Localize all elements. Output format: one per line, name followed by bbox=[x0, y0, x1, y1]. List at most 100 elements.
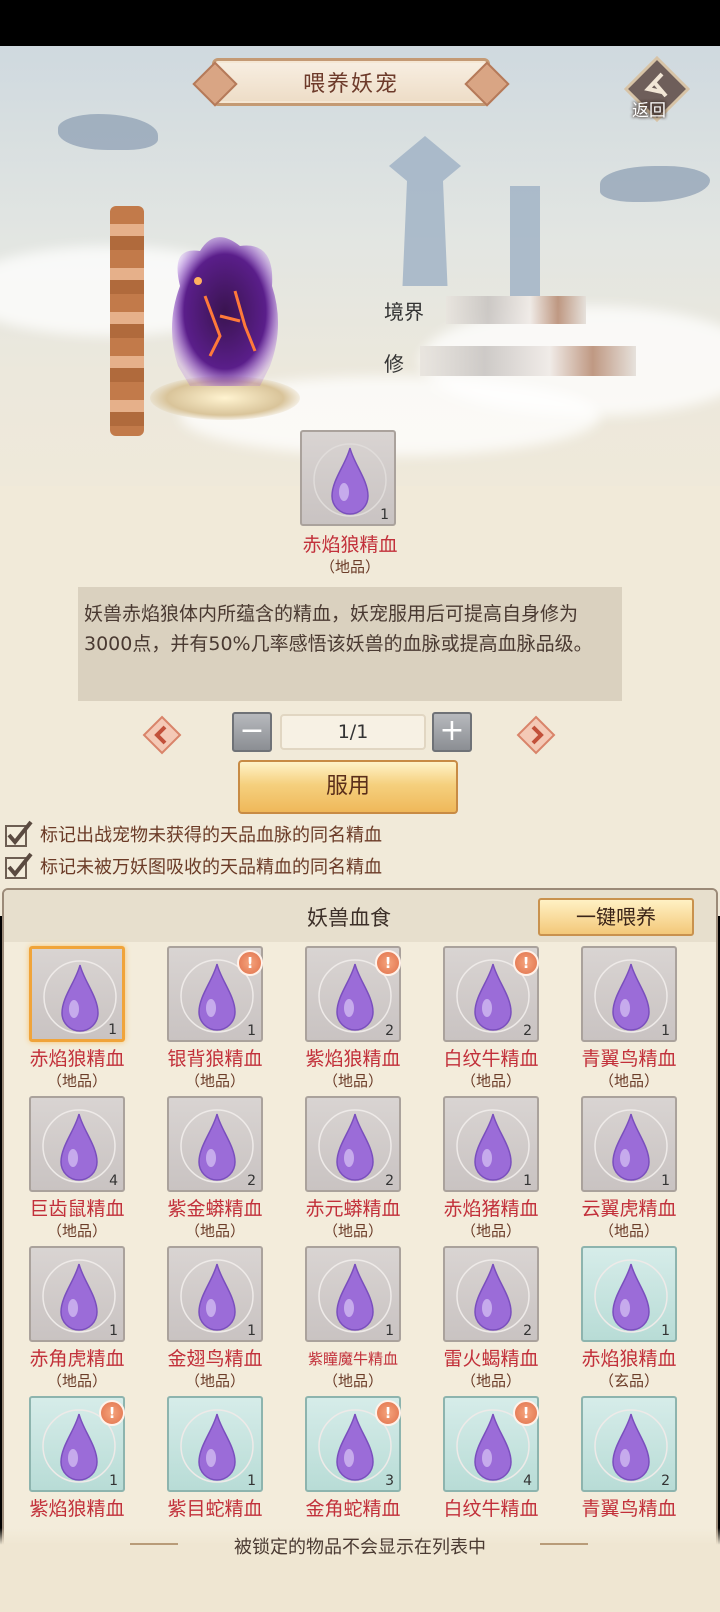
warning-badge-icon: ! bbox=[513, 950, 539, 976]
item-quantity: 2 bbox=[523, 1023, 532, 1039]
item-icon-box[interactable]: 2! bbox=[443, 946, 539, 1042]
footer-note: 被锁定的物品不会显示在列表中 bbox=[234, 1537, 486, 1558]
item-icon-box[interactable]: 1 bbox=[167, 1396, 263, 1492]
item-icon-box[interactable]: 2 bbox=[167, 1096, 263, 1192]
item-icon-box[interactable]: 3! bbox=[305, 1396, 401, 1492]
warning-badge-icon: ! bbox=[513, 1400, 539, 1426]
floating-rock bbox=[58, 114, 158, 150]
temple-tower bbox=[389, 136, 461, 286]
next-item-button[interactable] bbox=[516, 715, 556, 755]
item-name: 金翅鸟精血 bbox=[167, 1348, 263, 1370]
option-row-2[interactable]: 标记未被万妖图吸收的天品精血的同名精血 bbox=[4, 852, 382, 880]
increase-quantity-button[interactable]: + bbox=[432, 712, 472, 752]
item-icon-box[interactable]: 4! bbox=[443, 1396, 539, 1492]
item-icon-box[interactable]: 4 bbox=[29, 1096, 125, 1192]
item-quantity: 3 bbox=[385, 1473, 394, 1489]
list-item[interactable]: 1 紫目蛇精血 bbox=[146, 1396, 284, 1546]
item-quantity: 1 bbox=[661, 1173, 670, 1189]
feed-all-button[interactable]: 一键喂养 bbox=[538, 898, 694, 936]
item-quantity: 4 bbox=[109, 1173, 118, 1189]
item-icon-box[interactable]: 1 bbox=[167, 1246, 263, 1342]
item-icon-box[interactable]: 1 bbox=[581, 1246, 677, 1342]
back-label[interactable]: 返回 bbox=[632, 96, 666, 121]
item-icon-box[interactable]: 1 bbox=[581, 1096, 677, 1192]
list-item[interactable]: 1 金翅鸟精血 （地品） bbox=[146, 1246, 284, 1396]
list-item[interactable]: 1 青翼鸟精血 （地品） bbox=[560, 946, 698, 1096]
item-grade: （玄品） bbox=[598, 1372, 659, 1390]
item-icon-box[interactable]: 2 bbox=[581, 1396, 677, 1492]
list-item[interactable]: 4! 白纹牛精血 bbox=[422, 1396, 560, 1546]
item-quantity: 1 bbox=[523, 1173, 532, 1189]
item-grade: （地品） bbox=[322, 1222, 383, 1240]
list-item[interactable]: 2 紫金蟒精血 （地品） bbox=[146, 1096, 284, 1246]
list-item[interactable]: 1 紫瞳魔牛精血 （地品） bbox=[284, 1246, 422, 1396]
option-label-1: 标记出战宠物未获得的天品血脉的同名精血 bbox=[40, 825, 382, 846]
item-name: 青翼鸟精血 bbox=[581, 1048, 677, 1070]
warning-badge-icon: ! bbox=[237, 950, 263, 976]
list-item[interactable]: 2 青翼鸟精血 bbox=[560, 1396, 698, 1546]
list-title: 妖兽血食 bbox=[307, 906, 391, 930]
item-name: 紫瞳魔牛精血 bbox=[307, 1350, 398, 1368]
pet-scene: 境界 修 bbox=[0, 46, 720, 486]
item-quantity: 1 bbox=[247, 1023, 256, 1039]
item-icon-box[interactable]: 1 bbox=[581, 946, 677, 1042]
item-icon-box[interactable]: 1! bbox=[29, 1396, 125, 1492]
list-item[interactable]: 2 赤元蟒精血 （地品） bbox=[284, 1096, 422, 1246]
item-icon-box[interactable]: 2 bbox=[443, 1246, 539, 1342]
list-item[interactable]: 1! 紫焰狼精血 bbox=[8, 1396, 146, 1546]
list-item[interactable]: 1! 银背狼精血 （地品） bbox=[146, 946, 284, 1096]
item-description: 妖兽赤焰狼体内所蕴含的精血，妖宠服用后可提高自身修为3000点，并有50%几率感… bbox=[78, 587, 622, 701]
pet-banner-pole bbox=[110, 206, 144, 436]
checkbox-checked-icon[interactable] bbox=[4, 820, 34, 848]
item-icon-box[interactable]: 2! bbox=[305, 946, 401, 1042]
selected-item-name: 赤焰狼精血 bbox=[302, 534, 398, 556]
quantity-field[interactable]: 1/1 bbox=[280, 714, 426, 750]
item-name: 金角蛇精血 bbox=[305, 1498, 401, 1520]
item-icon-box[interactable]: 2 bbox=[305, 1096, 401, 1192]
list-item[interactable]: 1 赤焰狼精血 （地品） bbox=[8, 946, 146, 1096]
item-grade: （地品） bbox=[460, 1222, 521, 1240]
food-list-panel: 妖兽血食 一键喂养 1 赤焰狼精血 （地品） 1! 银背狼精血 （地品） 2! 紫焰狼精血 （地… bbox=[2, 888, 718, 1612]
item-name: 赤角虎精血 bbox=[29, 1348, 125, 1370]
item-grade: （地品） bbox=[46, 1072, 107, 1090]
item-grade: （地品） bbox=[598, 1222, 659, 1240]
item-icon-box[interactable]: 1 bbox=[29, 946, 125, 1042]
cultivation-label: 修 bbox=[384, 352, 404, 376]
list-item[interactable]: 2! 紫焰狼精血 （地品） bbox=[284, 946, 422, 1096]
list-item[interactable]: 2! 白纹牛精血 （地品） bbox=[422, 946, 560, 1096]
list-item[interactable]: 1 云翼虎精血 （地品） bbox=[560, 1096, 698, 1246]
option-row-1[interactable]: 标记出战宠物未获得的天品血脉的同名精血 bbox=[4, 820, 382, 848]
list-item[interactable]: 4 巨齿鼠精血 （地品） bbox=[8, 1096, 146, 1246]
item-quantity: 2 bbox=[247, 1173, 256, 1189]
checkbox-checked-icon[interactable] bbox=[4, 852, 34, 880]
list-item[interactable]: 1 赤焰猪精血 （地品） bbox=[422, 1096, 560, 1246]
item-grade: （地品） bbox=[184, 1222, 245, 1240]
item-quantity: 2 bbox=[385, 1173, 394, 1189]
floating-rock bbox=[600, 166, 710, 202]
item-icon-box[interactable]: 1 bbox=[305, 1246, 401, 1342]
item-icon-box[interactable]: 1! bbox=[167, 946, 263, 1042]
item-icon-box[interactable]: 1 bbox=[29, 1246, 125, 1342]
item-icon-box[interactable]: 1 bbox=[443, 1096, 539, 1192]
list-item[interactable]: 3! 金角蛇精血 bbox=[284, 1396, 422, 1546]
item-name: 白纹牛精血 bbox=[443, 1498, 539, 1520]
item-grade: （地品） bbox=[322, 1372, 383, 1390]
item-name: 赤焰猪精血 bbox=[443, 1198, 539, 1220]
warning-badge-icon: ! bbox=[375, 950, 401, 976]
item-quantity: 4 bbox=[523, 1473, 532, 1489]
use-button[interactable]: 服用 bbox=[238, 760, 458, 814]
prev-item-button[interactable] bbox=[142, 715, 182, 755]
option-label-2: 标记未被万妖图吸收的天品精血的同名精血 bbox=[40, 857, 382, 878]
item-name: 紫目蛇精血 bbox=[167, 1498, 263, 1520]
selected-item-icon: 1 bbox=[300, 430, 396, 526]
list-item[interactable]: 2 雷火蝎精血 （地品） bbox=[422, 1246, 560, 1396]
item-grade: （地品） bbox=[460, 1372, 521, 1390]
warning-badge-icon: ! bbox=[375, 1400, 401, 1426]
realm-label: 境界 bbox=[384, 300, 424, 324]
item-quantity: 1 bbox=[109, 1473, 118, 1489]
decrease-quantity-button[interactable]: − bbox=[232, 712, 272, 752]
item-name: 紫焰狼精血 bbox=[305, 1048, 401, 1070]
list-item[interactable]: 1 赤焰狼精血 （玄品） bbox=[560, 1246, 698, 1396]
list-item[interactable]: 1 赤角虎精血 （地品） bbox=[8, 1246, 146, 1396]
item-name: 雷火蝎精血 bbox=[443, 1348, 539, 1370]
